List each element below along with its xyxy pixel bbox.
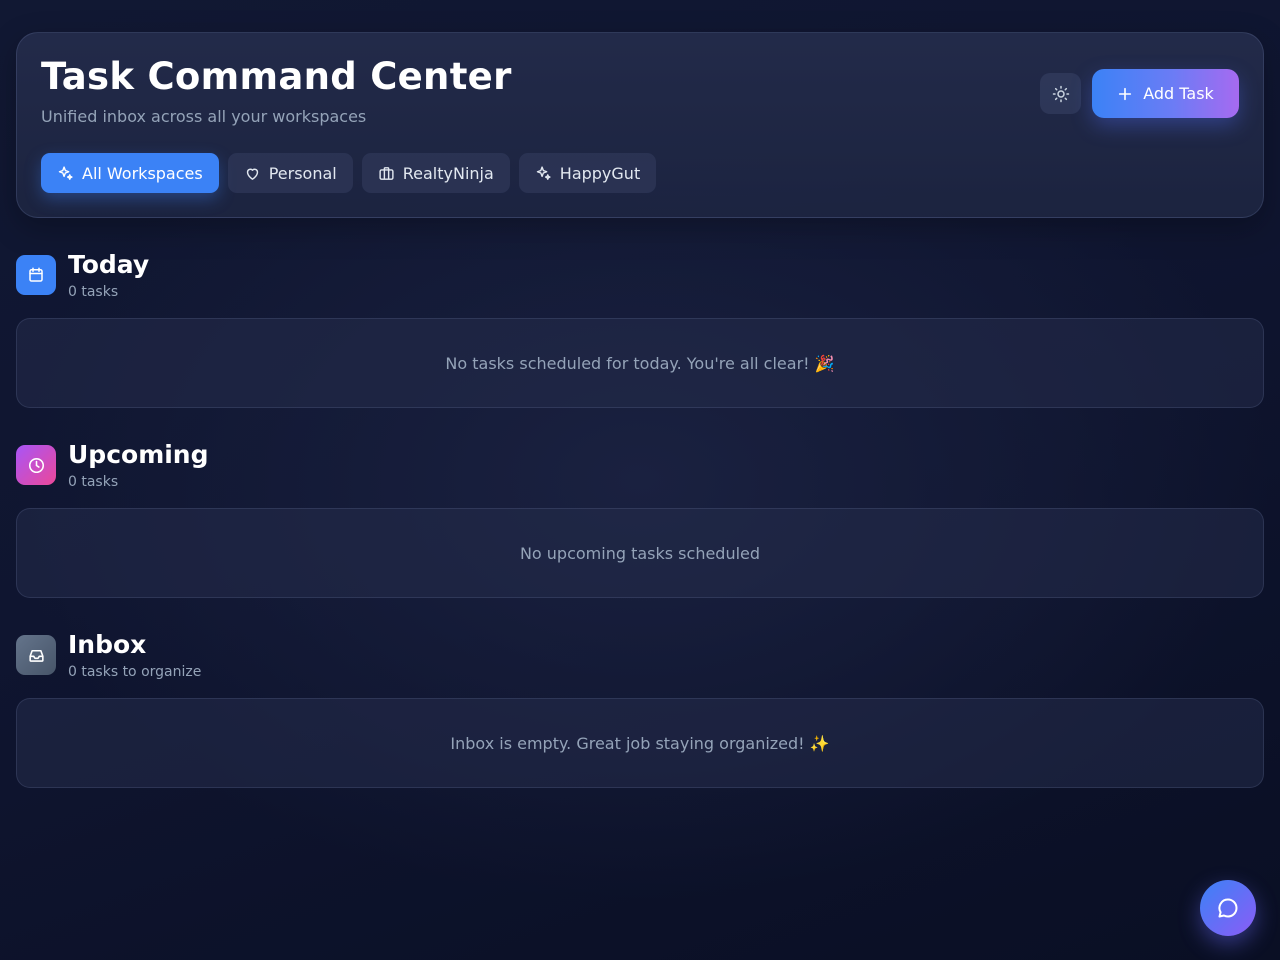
section-count: 0 tasks	[68, 474, 119, 490]
add-task-label: Add Task	[1143, 84, 1214, 103]
today-section-header: Today 0 tasks	[16, 250, 149, 300]
briefcase-icon	[378, 165, 395, 182]
empty-message: No tasks scheduled for today. You're all…	[445, 353, 835, 373]
chat-bubble-icon	[1216, 896, 1240, 920]
plus-icon	[1117, 86, 1133, 102]
inbox-empty-state: Inbox is empty. Great job staying organi…	[16, 698, 1264, 788]
sparkles-icon	[57, 165, 74, 182]
empty-message: Inbox is empty. Great job staying organi…	[450, 733, 830, 753]
tab-happygut[interactable]: HappyGut	[518, 153, 657, 193]
inbox-icon	[16, 635, 56, 675]
sun-icon	[1052, 85, 1070, 103]
page-subtitle: Unified inbox across all your workspaces	[41, 107, 367, 126]
theme-toggle-button[interactable]	[1040, 73, 1081, 114]
tab-personal[interactable]: Personal	[227, 153, 353, 193]
empty-message: No upcoming tasks scheduled	[519, 543, 761, 563]
today-empty-state: No tasks scheduled for today. You're all…	[16, 318, 1264, 408]
heart-icon	[244, 165, 261, 182]
section-title: Today	[68, 250, 150, 279]
upcoming-section-header: Upcoming 0 tasks	[16, 440, 209, 490]
tab-realtyninja[interactable]: RealtyNinja	[361, 153, 510, 193]
tab-label: Personal	[268, 163, 337, 183]
sparkles-icon	[535, 165, 552, 182]
inbox-section-header: Inbox 0 tasks to organize	[16, 630, 201, 680]
section-count: 0 tasks to organize	[68, 664, 202, 680]
workspace-tabs: All Workspaces Personal RealtyNinja Happ…	[41, 153, 657, 193]
add-task-button[interactable]: Add Task	[1092, 69, 1239, 118]
tab-label: RealtyNinja	[402, 163, 494, 183]
tab-label: All Workspaces	[82, 163, 203, 183]
section-count: 0 tasks	[68, 284, 119, 300]
section-title: Inbox	[68, 630, 147, 659]
chat-button[interactable]	[1200, 880, 1256, 936]
section-title: Upcoming	[68, 440, 209, 469]
tab-label: HappyGut	[559, 163, 641, 183]
page-title: Task Command Center	[41, 55, 512, 98]
clock-icon	[16, 445, 56, 485]
header-card: Task Command Center Unified inbox across…	[16, 32, 1264, 218]
calendar-icon	[16, 255, 56, 295]
tab-all-workspaces[interactable]: All Workspaces	[41, 153, 219, 193]
upcoming-empty-state: No upcoming tasks scheduled	[16, 508, 1264, 598]
